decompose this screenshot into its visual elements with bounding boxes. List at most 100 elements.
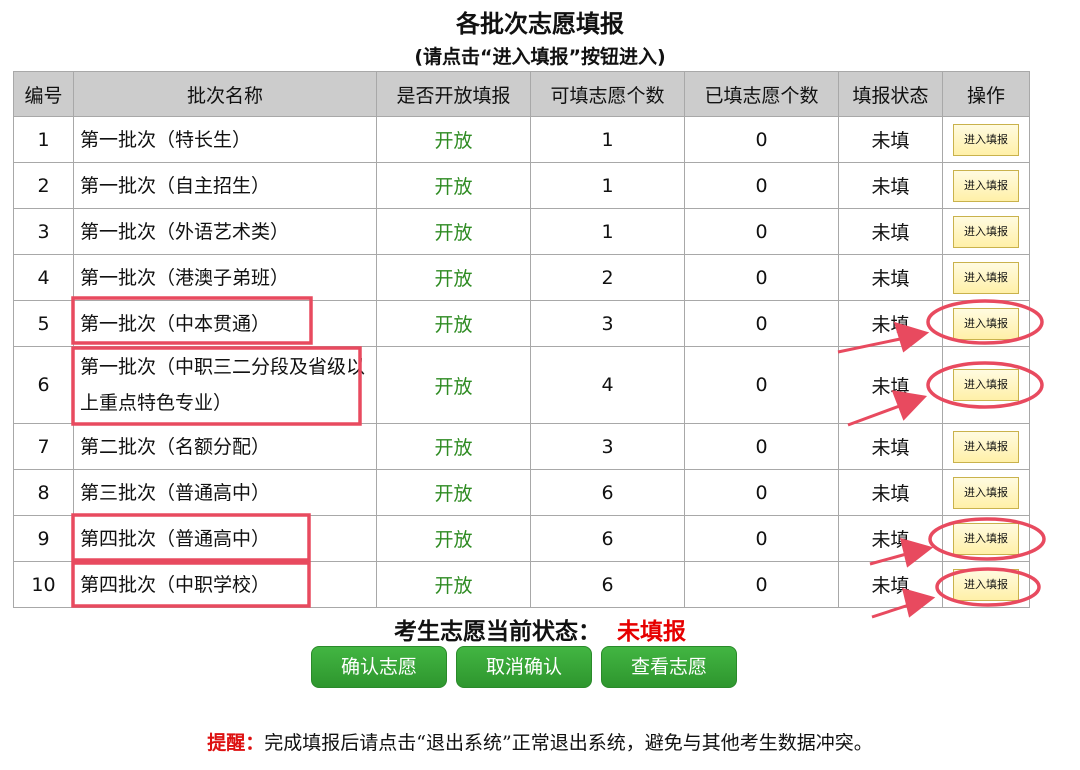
- batch-name: 第一批次（港澳子弟班）: [73, 254, 377, 301]
- fill-status: 未填: [838, 515, 943, 562]
- action-cell: 进入填报: [942, 254, 1030, 301]
- max-choices: 6: [530, 515, 685, 562]
- row-number: 1: [13, 116, 74, 163]
- notice-text: 完成填报后请点击“退出系统”正常退出系统，避免与其他考生数据冲突。: [264, 732, 873, 754]
- enter-fill-button[interactable]: 进入填报: [953, 261, 1019, 294]
- open-status: 开放: [376, 162, 531, 209]
- column-header-name: 批次名称: [73, 71, 377, 117]
- open-status: 开放: [376, 561, 531, 608]
- column-header-filled: 已填志愿个数: [684, 71, 839, 117]
- table-row: 8 第三批次（普通高中） 开放 6 0 未填 进入填报: [13, 469, 1030, 516]
- status-value: 未填报: [617, 619, 686, 645]
- enter-fill-button[interactable]: 进入填报: [953, 169, 1019, 202]
- applicant-status-line: 考生志愿当前状态： 未填报: [0, 612, 1080, 646]
- action-cell: 进入填报: [942, 469, 1030, 516]
- open-status: 开放: [376, 300, 531, 347]
- column-header-open: 是否开放填报: [376, 71, 531, 117]
- page-subtitle: (请点击“进入填报”按钮进入): [414, 46, 666, 68]
- batch-name: 第一批次（外语艺术类）: [73, 208, 377, 255]
- action-cell: 进入填报: [942, 208, 1030, 255]
- enter-fill-button[interactable]: 进入填报: [953, 307, 1019, 340]
- max-choices: 2: [530, 254, 685, 301]
- fill-status: 未填: [838, 469, 943, 516]
- action-cell: 进入填报: [942, 515, 1030, 562]
- notice: 提醒：完成填报后请点击“退出系统”正常退出系统，避免与其他考生数据冲突。: [0, 728, 1080, 755]
- table-row: 1 第一批次（特长生） 开放 1 0 未填 进入填报: [13, 116, 1030, 163]
- column-header-no: 编号: [13, 71, 74, 117]
- row-number: 9: [13, 515, 74, 562]
- fill-status: 未填: [838, 162, 943, 209]
- filled-choices: 0: [684, 208, 839, 255]
- fill-status: 未填: [838, 208, 943, 255]
- fill-status: 未填: [838, 346, 943, 424]
- filled-choices: 0: [684, 116, 839, 163]
- action-cell: 进入填报: [942, 300, 1030, 347]
- filled-choices: 0: [684, 254, 839, 301]
- enter-fill-button[interactable]: 进入填报: [953, 430, 1019, 463]
- fill-status: 未填: [838, 300, 943, 347]
- enter-fill-button[interactable]: 进入填报: [953, 522, 1019, 555]
- row-number: 4: [13, 254, 74, 301]
- fill-status: 未填: [838, 561, 943, 608]
- enter-fill-button[interactable]: 进入填报: [953, 215, 1019, 248]
- batch-name: 第四批次（中职学校）: [73, 561, 377, 608]
- filled-choices: 0: [684, 515, 839, 562]
- max-choices: 4: [530, 346, 685, 424]
- row-number: 10: [13, 561, 74, 608]
- row-number: 6: [13, 346, 74, 424]
- batch-name: 第一批次（特长生）: [73, 116, 377, 163]
- column-header-action: 操作: [942, 71, 1030, 117]
- max-choices: 1: [530, 208, 685, 255]
- enter-fill-button[interactable]: 进入填报: [953, 123, 1019, 156]
- enter-fill-button[interactable]: 进入填报: [953, 369, 1019, 401]
- cancel-confirm-button[interactable]: 取消确认: [456, 646, 592, 688]
- table-header-row: 编号 批次名称 是否开放填报 可填志愿个数 已填志愿个数 填报状态 操作: [13, 71, 1030, 117]
- table-row: 10 第四批次（中职学校） 开放 6 0 未填 进入填报: [13, 561, 1030, 608]
- row-number: 7: [13, 423, 74, 470]
- filled-choices: 0: [684, 561, 839, 608]
- max-choices: 6: [530, 561, 685, 608]
- max-choices: 1: [530, 116, 685, 163]
- row-number: 3: [13, 208, 74, 255]
- open-status: 开放: [376, 254, 531, 301]
- filled-choices: 0: [684, 346, 839, 424]
- max-choices: 1: [530, 162, 685, 209]
- column-header-max: 可填志愿个数: [530, 71, 685, 117]
- fill-status: 未填: [838, 116, 943, 163]
- notice-label: 提醒：: [207, 732, 265, 754]
- action-buttons: 确认志愿 取消确认 查看志愿: [311, 646, 737, 688]
- row-number: 2: [13, 162, 74, 209]
- table-row: 9 第四批次（普通高中） 开放 6 0 未填 进入填报: [13, 515, 1030, 562]
- open-status: 开放: [376, 346, 531, 424]
- open-status: 开放: [376, 515, 531, 562]
- action-cell: 进入填报: [942, 116, 1030, 163]
- row-number: 5: [13, 300, 74, 347]
- batch-table: 编号 批次名称 是否开放填报 可填志愿个数 已填志愿个数 填报状态 操作 1 第…: [13, 71, 1030, 608]
- filled-choices: 0: [684, 300, 839, 347]
- table-row: 7 第二批次（名额分配） 开放 3 0 未填 进入填报: [13, 423, 1030, 470]
- table-row: 2 第一批次（自主招生） 开放 1 0 未填 进入填报: [13, 162, 1030, 209]
- open-status: 开放: [376, 208, 531, 255]
- open-status: 开放: [376, 423, 531, 470]
- table-row: 5 第一批次（中本贯通） 开放 3 0 未填 进入填报: [13, 300, 1030, 347]
- enter-fill-button[interactable]: 进入填报: [953, 568, 1019, 601]
- batch-name: 第四批次（普通高中）: [73, 515, 377, 562]
- row-number: 8: [13, 469, 74, 516]
- filled-choices: 0: [684, 423, 839, 470]
- table-row: 6 第一批次（中职三二分段及省级以上重点特色专业） 开放 4 0 未填 进入填报: [13, 346, 1030, 424]
- action-cell: 进入填报: [942, 162, 1030, 209]
- open-status: 开放: [376, 116, 531, 163]
- view-choices-button[interactable]: 查看志愿: [601, 646, 737, 688]
- batch-name: 第一批次（中职三二分段及省级以上重点特色专业）: [73, 346, 377, 424]
- action-cell: 进入填报: [942, 346, 1030, 424]
- confirm-button[interactable]: 确认志愿: [311, 646, 447, 688]
- batch-name: 第一批次（中本贯通）: [73, 300, 377, 347]
- page-title: 各批次志愿填报: [456, 10, 624, 38]
- table-row: 3 第一批次（外语艺术类） 开放 1 0 未填 进入填报: [13, 208, 1030, 255]
- table-row: 4 第一批次（港澳子弟班） 开放 2 0 未填 进入填报: [13, 254, 1030, 301]
- action-cell: 进入填报: [942, 561, 1030, 608]
- max-choices: 3: [530, 423, 685, 470]
- enter-fill-button[interactable]: 进入填报: [953, 476, 1019, 509]
- batch-name: 第三批次（普通高中）: [73, 469, 377, 516]
- batch-name: 第一批次（自主招生）: [73, 162, 377, 209]
